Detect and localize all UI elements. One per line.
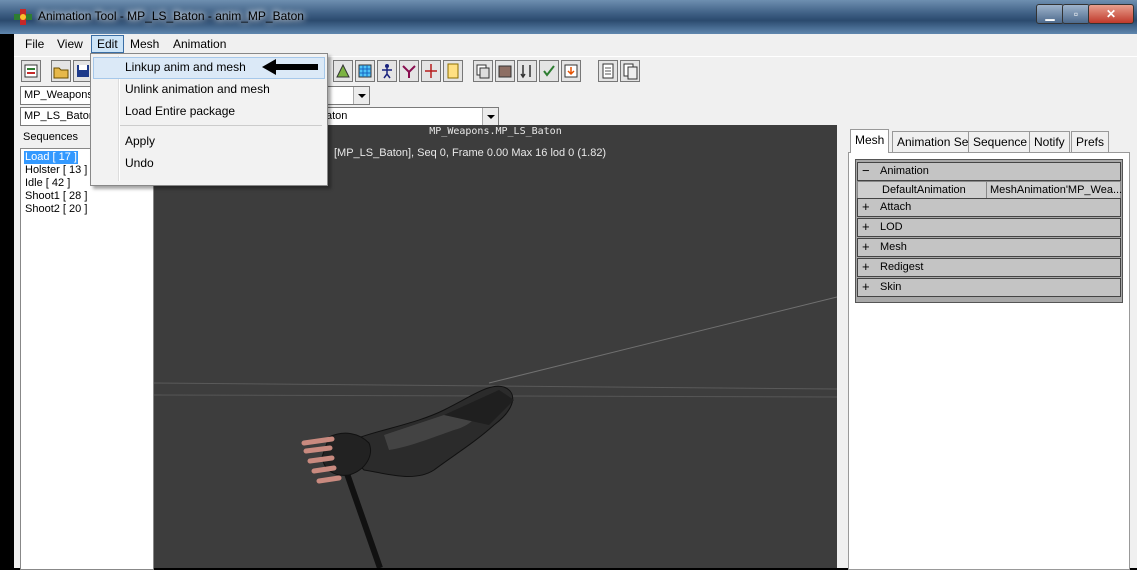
tab-sequence[interactable]: Sequence [968, 131, 1033, 152]
package-combo-value: MP_Weapons [24, 89, 93, 101]
tool-button-h[interactable] [598, 60, 618, 82]
baton-shape [341, 464, 383, 568]
tool-button-c[interactable] [473, 60, 493, 82]
menu-animation[interactable]: Animation [168, 36, 231, 52]
property-group-redigest[interactable]: + Redigest [857, 258, 1121, 277]
close-icon: ✕ [1105, 7, 1117, 21]
property-group-label: Attach [880, 201, 912, 213]
chevron-down-icon[interactable] [482, 108, 498, 125]
property-group-lod[interactable]: + LOD [857, 218, 1121, 237]
expand-icon[interactable]: + [862, 199, 872, 214]
tab-mesh[interactable]: Mesh [850, 129, 890, 153]
menu-mesh[interactable]: Mesh [125, 36, 164, 52]
collapse-icon[interactable]: − [862, 163, 872, 178]
document-icon [602, 63, 614, 79]
grid-icon [358, 64, 372, 78]
menu-view[interactable]: View [52, 36, 88, 52]
package-icon [498, 65, 512, 78]
pivot-icon [425, 64, 437, 78]
menu-separator [120, 125, 322, 126]
tool-button-skeleton[interactable] [377, 60, 397, 82]
maximize-icon: ▫ [1073, 7, 1079, 21]
maximize-button[interactable]: ▫ [1062, 4, 1090, 24]
property-divider [986, 182, 987, 199]
properties-icon [24, 64, 38, 78]
viewport-scene [154, 296, 837, 568]
tool-button-a[interactable] [333, 60, 353, 82]
property-group-label: LOD [880, 221, 903, 233]
minimize-button[interactable]: ▁ [1036, 4, 1064, 24]
tab-animation-set[interactable]: Animation Set [892, 131, 977, 152]
sequence-list[interactable]: Load [ 17 ] Holster [ 13 ] Idle [ 42 ] S… [20, 148, 154, 570]
list-item[interactable]: Idle [ 42 ] [24, 177, 71, 190]
arrow-left-icon [262, 58, 320, 79]
tool-button-properties[interactable] [21, 60, 41, 82]
skeleton-icon [382, 64, 392, 79]
menu-edit[interactable]: Edit [91, 35, 124, 53]
minimize-icon: ▁ [1045, 7, 1055, 21]
property-group-label: Skin [880, 281, 902, 293]
chevron-down-icon[interactable] [353, 87, 369, 104]
list-item[interactable]: Shoot2 [ 20 ] [24, 203, 88, 216]
folder-open-icon [53, 67, 69, 79]
check-icon [543, 65, 555, 77]
mesh-combo-value: MP_LS_Baton [24, 110, 95, 122]
menu-file[interactable]: File [20, 36, 49, 52]
expand-icon[interactable]: + [862, 259, 872, 274]
tool-button-bounds[interactable] [443, 60, 463, 82]
mesh-icon [336, 63, 350, 78]
tab-notify[interactable]: Notify [1029, 131, 1070, 152]
list-item[interactable]: Load [ 17 ] [24, 151, 78, 164]
sequences-label: Sequences [23, 131, 79, 143]
tool-button-pivot[interactable] [421, 60, 441, 82]
tool-button-g[interactable] [561, 60, 581, 82]
property-name: DefaultAnimation [882, 184, 966, 196]
menu-item-apply[interactable]: Apply [125, 134, 155, 148]
property-group-mesh[interactable]: + Mesh [857, 238, 1121, 257]
list-item[interactable]: Shoot1 [ 28 ] [24, 190, 88, 203]
property-group-animation[interactable]: − Animation [857, 162, 1121, 181]
app-icon [14, 9, 32, 25]
tool-button-i[interactable] [620, 60, 640, 82]
tool-button-b[interactable] [355, 60, 375, 82]
tab-prefs[interactable]: Prefs [1071, 131, 1110, 152]
bones-icon [402, 65, 416, 78]
window-title: Animation Tool - MP_LS_Baton - anim_MP_B… [38, 9, 304, 23]
expand-icon[interactable]: + [862, 279, 872, 294]
import-icon [564, 64, 578, 78]
menu-item-load-entire-package[interactable]: Load Entire package [125, 104, 235, 118]
property-group-label: Mesh [880, 241, 907, 253]
property-group-label: Animation [880, 165, 929, 177]
mesh-combo-value-visible: aton [326, 110, 348, 122]
property-group-attach[interactable]: + Attach [857, 198, 1121, 217]
menu-item-undo[interactable]: Undo [125, 156, 154, 170]
list-item[interactable]: Holster [ 13 ] [24, 164, 88, 177]
title-bar[interactable]: Animation Tool - MP_LS_Baton - anim_MP_B… [0, 0, 1137, 34]
tool-button-f[interactable] [539, 60, 559, 82]
sort-icon [520, 65, 531, 79]
bounds-icon [447, 63, 459, 79]
tool-button-bones[interactable] [399, 60, 419, 82]
menu-bar: File View Edit Mesh Animation [14, 34, 1137, 54]
property-group-skin[interactable]: + Skin [857, 278, 1121, 297]
property-value[interactable]: MeshAnimation'MP_Wea... [990, 182, 1122, 199]
expand-icon[interactable]: + [862, 239, 872, 254]
menu-item-unlink-animation-and-mesh[interactable]: Unlink animation and mesh [125, 82, 270, 96]
copy-icon [476, 64, 490, 79]
menu-item-linkup-anim-and-mesh[interactable]: Linkup anim and mesh [125, 60, 246, 74]
viewport-info: [MP_LS_Baton], Seq 0, Frame 0.00 Max 16 … [334, 147, 607, 159]
property-group-label: Redigest [880, 261, 924, 273]
documents-icon [623, 63, 638, 80]
3d-viewport[interactable] [154, 125, 837, 568]
tool-button-d[interactable] [495, 60, 515, 82]
tool-button-e[interactable] [517, 60, 537, 82]
expand-icon[interactable]: + [862, 219, 872, 234]
tool-button-open[interactable] [51, 60, 71, 82]
close-button[interactable]: ✕ [1088, 4, 1134, 24]
